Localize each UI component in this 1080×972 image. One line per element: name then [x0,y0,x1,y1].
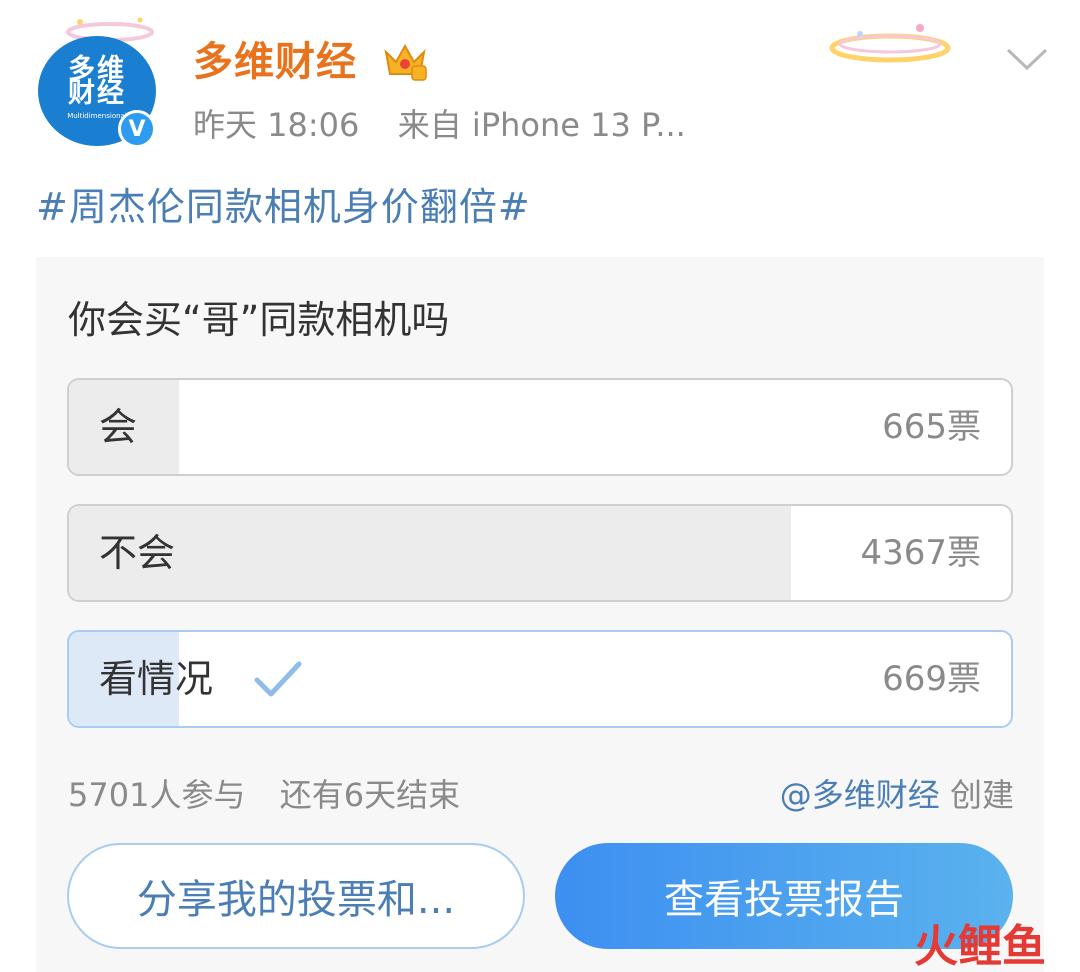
watermark-part1: 火 [914,921,958,972]
participants-count: 5701人参与 [68,776,246,814]
poll-option-label: 不会 [99,531,176,575]
remaining-time: 还有6天结束 [279,776,461,814]
post-meta: 昨天 18:06 来自 iPhone 13 P... [193,104,686,146]
poll-option-no[interactable]: 不会 4367票 [67,504,1013,602]
poll-option-depends[interactable]: 看情况 669票 [67,630,1013,728]
poll-question: 你会买“哥”同款相机吗 [68,298,450,342]
poll-option-votes: 669票 [882,659,981,699]
creator-mention[interactable]: @多维财经 [780,776,940,814]
post-source: 来自 iPhone 13 P... [397,106,686,144]
creator-suffix: 创建 [949,776,1014,814]
share-vote-button[interactable]: 分享我的投票和... [67,843,525,949]
crown-badge-icon [384,43,427,81]
poll-option-label: 看情况 [99,657,214,701]
poll-option-yes[interactable]: 会 665票 [67,378,1013,476]
poll-option-label: 会 [99,405,138,449]
poll-option-votes: 4367票 [860,533,981,573]
chevron-down-icon[interactable] [1004,44,1050,74]
watermark-part2: 鲤鱼 [958,921,1046,972]
poll-option-votes: 665票 [882,407,981,447]
verified-badge-icon: V [118,110,156,148]
username[interactable]: 多维财经 [193,36,357,88]
sparkle-decoration-right [829,24,951,63]
poll-stats: 5701人参与 还有6天结束 [68,773,460,817]
avatar-text-small: Multidimensional [67,112,127,120]
poll-creator: @多维财经 创建 [780,773,1014,817]
poll-option-fill [69,506,791,600]
post-time: 昨天 18:06 [193,106,360,144]
topic-hashtag[interactable]: #周杰伦同款相机身价翻倍# [36,182,531,232]
watermark-logo: 火鲤鱼 [914,922,1046,972]
checkmark-icon [254,661,302,697]
avatar-text-bottom: 财经 [68,78,126,109]
poll-card: 你会买“哥”同款相机吗 会 665票 不会 4367票 看情况 669票 570… [36,257,1044,972]
